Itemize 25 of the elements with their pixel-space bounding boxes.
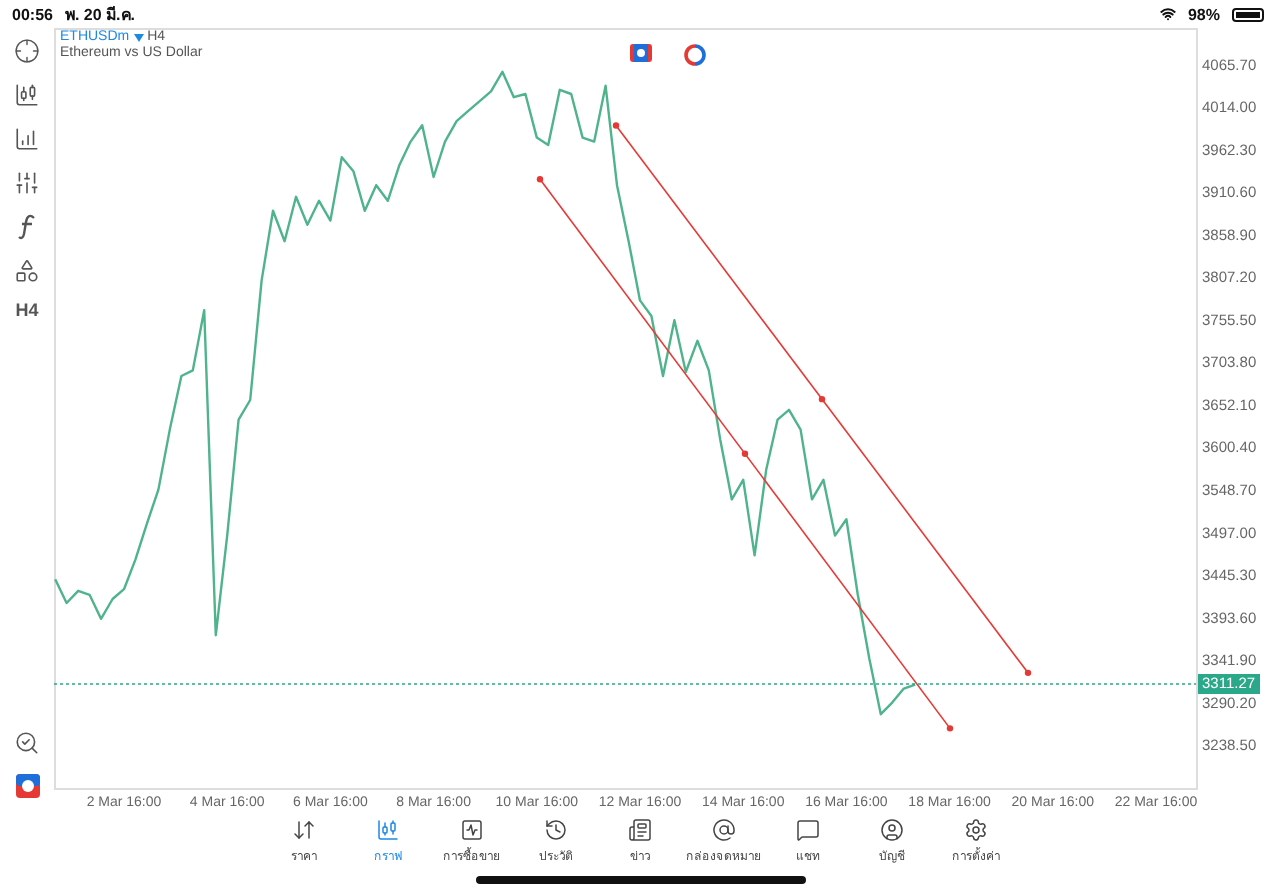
candlestick-icon: [376, 818, 400, 842]
settings-icon: [964, 818, 988, 842]
battery-icon: [1232, 7, 1264, 21]
timer-icon[interactable]: [684, 44, 706, 66]
dropdown-caret-icon[interactable]: [133, 33, 144, 41]
battery-percent: 98%: [1187, 5, 1220, 23]
timeframe-button[interactable]: H4: [15, 300, 39, 320]
shapes-icon[interactable]: [13, 256, 41, 284]
newspaper-icon: [628, 818, 652, 842]
wifi-icon: [1159, 6, 1176, 22]
user-icon: [880, 818, 904, 842]
bar-chart-icon[interactable]: [13, 124, 41, 152]
line-chart-icon: [460, 818, 484, 842]
crosshair-icon[interactable]: [13, 36, 41, 64]
arrows-icon: [292, 818, 316, 842]
status-time: 00:56: [12, 5, 53, 23]
camera-icon[interactable]: [630, 44, 652, 62]
sliders-icon[interactable]: [13, 168, 41, 196]
app-logo-icon[interactable]: [13, 772, 41, 800]
history-icon: [544, 818, 568, 842]
chat-bubble-icon: [796, 818, 820, 842]
status-date: พ. 20 มี.ค.: [64, 3, 135, 27]
at-sign-icon: [712, 818, 736, 842]
chart-search-icon[interactable]: [13, 728, 41, 756]
candlestick-icon[interactable]: [13, 80, 41, 108]
